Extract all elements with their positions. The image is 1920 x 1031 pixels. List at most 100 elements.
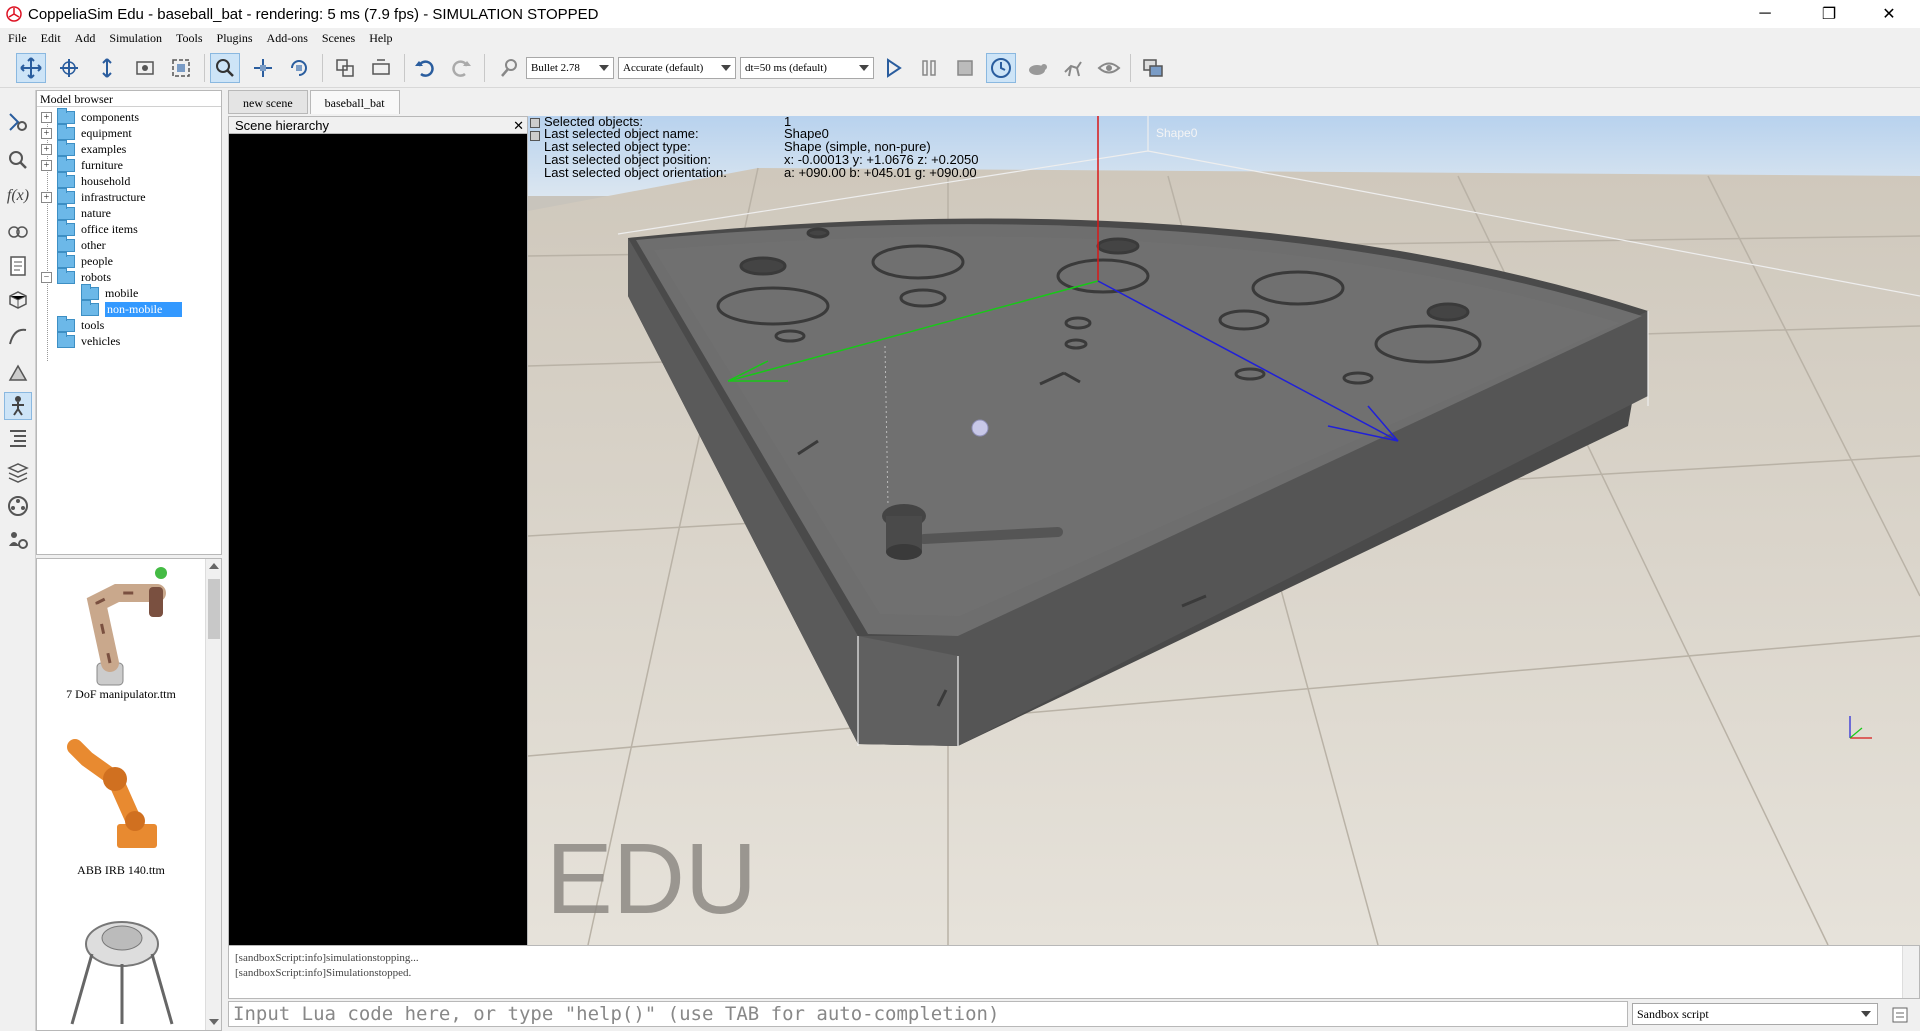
scene-switch-icon[interactable] xyxy=(1138,53,1168,83)
assemble-icon[interactable] xyxy=(330,53,360,83)
scene-hierarchy-title: Scene hierarchy xyxy=(235,118,329,133)
timestep-select[interactable]: dt=50 ms (default) xyxy=(740,57,874,79)
object-shift-icon[interactable] xyxy=(248,53,278,83)
tab-baseball-bat[interactable]: baseball_bat xyxy=(309,90,400,114)
folder-icon xyxy=(57,315,75,332)
info-label: Last selected object orientation: xyxy=(544,165,727,180)
info-value: a: +090.00 b: +045.01 g: +090.00 xyxy=(784,165,977,180)
physics-engine-value: Bullet 2.78 xyxy=(531,62,580,74)
scene-viewport[interactable]: Selected objects: 1 Last selected object… xyxy=(528,116,1920,945)
minimize-button[interactable]: ─ xyxy=(1742,0,1788,28)
slower-icon[interactable] xyxy=(1022,53,1052,83)
model-browser-panel: Model browser + components + equipment + ex… xyxy=(36,90,222,555)
object-rotate-icon[interactable] xyxy=(284,53,314,83)
realtime-icon[interactable] xyxy=(986,53,1016,83)
tree-item-furniture[interactable]: + furniture xyxy=(41,155,123,173)
toolbar: Bullet 2.78 Accurate (default) dt=50 ms … xyxy=(0,48,1920,88)
camera-shift-icon[interactable] xyxy=(92,53,122,83)
tree-item-tools[interactable]: tools xyxy=(41,315,104,333)
menu-edit[interactable]: Edit xyxy=(41,31,61,46)
menu-plugins[interactable]: Plugins xyxy=(217,31,253,46)
menu-add[interactable]: Add xyxy=(75,31,96,46)
stop-icon[interactable] xyxy=(950,53,980,83)
command-options-icon[interactable] xyxy=(1890,1005,1910,1025)
undo-icon[interactable] xyxy=(410,53,440,83)
transfer-dna-icon[interactable] xyxy=(366,53,396,83)
maximize-button[interactable]: ❐ xyxy=(1806,0,1852,28)
faster-icon[interactable] xyxy=(1058,53,1088,83)
fit-to-view-icon[interactable] xyxy=(166,53,196,83)
menu-file[interactable]: File xyxy=(8,31,27,46)
thumb-label: ABB IRB 140.ttm xyxy=(77,863,165,877)
close-icon[interactable]: ✕ xyxy=(513,117,524,134)
folder-icon xyxy=(57,251,75,268)
window-title: CoppeliaSim Edu - baseball_bat - renderi… xyxy=(28,5,599,23)
tree-item-office-items[interactable]: office items xyxy=(41,219,138,237)
collections-icon[interactable] xyxy=(4,218,32,246)
scene-tabs: new scene baseball_bat xyxy=(228,90,402,114)
tree-item-examples[interactable]: + examples xyxy=(41,139,126,157)
layers-icon[interactable] xyxy=(4,458,32,486)
coppeliasim-logo-icon xyxy=(6,6,22,22)
tree-item-vehicles[interactable]: vehicles xyxy=(41,331,120,349)
function-icon[interactable]: f(x) xyxy=(4,182,32,210)
scene-hierarchy-toggle-icon[interactable] xyxy=(4,424,32,452)
status-console: [sandboxScript:info]simulationstopping..… xyxy=(228,945,1920,999)
calculation-modules-icon[interactable] xyxy=(4,146,32,174)
script-select[interactable]: Sandbox script xyxy=(1632,1003,1878,1025)
info-toggle-icon[interactable] xyxy=(530,131,540,141)
accuracy-select[interactable]: Accurate (default) xyxy=(618,57,736,79)
console-scrollbar[interactable] xyxy=(1902,946,1919,998)
scripts-icon[interactable] xyxy=(4,252,32,280)
info-toggle-icon[interactable] xyxy=(530,118,540,128)
menu-simulation[interactable]: Simulation xyxy=(109,31,162,46)
camera-pan-icon[interactable] xyxy=(16,53,46,83)
robot-arm-icon xyxy=(67,739,157,848)
robot-arm-icon xyxy=(70,921,174,1025)
camera-rotate-icon[interactable] xyxy=(54,53,84,83)
thumb-7dof-manipulator[interactable]: 7 DoF manipulator.ttm xyxy=(37,559,205,719)
tree-item-nature[interactable]: nature xyxy=(41,203,111,221)
tree-item-robots[interactable]: − robots xyxy=(41,267,111,285)
path-edit-icon[interactable] xyxy=(4,322,32,350)
scene-render xyxy=(528,116,1920,945)
scene-hierarchy-tree[interactable] xyxy=(229,134,527,945)
simulation-settings-icon[interactable] xyxy=(4,108,32,136)
menu-tools[interactable]: Tools xyxy=(176,31,203,46)
redo-icon[interactable] xyxy=(446,53,476,83)
close-window-button[interactable]: ✕ xyxy=(1866,0,1912,28)
camera-angle-icon[interactable] xyxy=(130,53,160,83)
folder-icon xyxy=(81,299,99,316)
model-browser-toggle-icon[interactable] xyxy=(4,392,32,420)
menu-help[interactable]: Help xyxy=(369,31,392,46)
shape-edit-icon[interactable] xyxy=(4,286,32,314)
tree-item-components[interactable]: + components xyxy=(41,107,139,125)
pause-icon[interactable] xyxy=(914,53,944,83)
dynamics-engine-icon[interactable] xyxy=(494,53,524,83)
tree-item-household[interactable]: household xyxy=(41,171,130,189)
object-select-icon[interactable] xyxy=(210,53,240,83)
tree-item-people[interactable]: people xyxy=(41,251,113,269)
tab-new-scene[interactable]: new scene xyxy=(228,90,308,114)
left-toolbar: f(x) xyxy=(0,90,36,1031)
thumb-delta-robot[interactable] xyxy=(37,904,205,1030)
menu-addons[interactable]: Add-ons xyxy=(267,31,308,46)
scene-hierarchy-header: Scene hierarchy ✕ xyxy=(229,117,527,134)
video-recorder-icon[interactable] xyxy=(4,492,32,520)
thumbnails-scrollbar[interactable] xyxy=(205,559,221,1030)
thumb-abb-irb-140[interactable]: ABB IRB 140.ttm xyxy=(37,729,205,889)
folder-icon xyxy=(57,107,75,124)
tree-item-mobile[interactable]: mobile xyxy=(65,283,138,301)
tree-item-equipment[interactable]: + equipment xyxy=(41,123,132,141)
play-icon[interactable] xyxy=(878,53,908,83)
tree-item-other[interactable]: other xyxy=(41,235,106,253)
user-settings-icon[interactable] xyxy=(4,526,32,554)
primitives-icon[interactable] xyxy=(4,360,32,388)
tree-item-non-mobile[interactable]: non-mobile xyxy=(65,299,183,317)
timestep-value: dt=50 ms (default) xyxy=(745,62,827,74)
visualization-icon[interactable] xyxy=(1094,53,1124,83)
physics-engine-select[interactable]: Bullet 2.78 xyxy=(526,57,614,79)
lua-command-input[interactable]: Input Lua code here, or type "help()" (u… xyxy=(228,1001,1628,1027)
script-select-value: Sandbox script xyxy=(1637,1007,1709,1021)
menu-scenes[interactable]: Scenes xyxy=(322,31,355,46)
